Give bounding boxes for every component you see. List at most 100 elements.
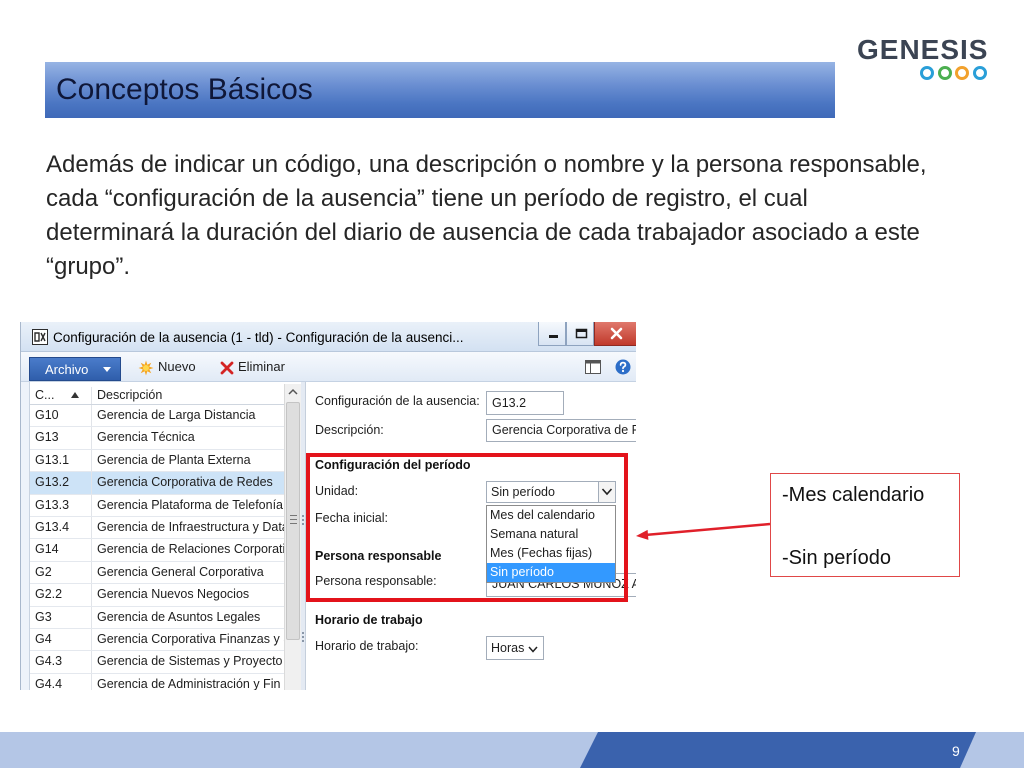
code-cell: G4.4 xyxy=(30,673,92,690)
minimize-button[interactable] xyxy=(538,322,566,346)
delete-x-icon[interactable] xyxy=(219,360,235,376)
genesis-logo-rings xyxy=(920,66,987,80)
code-cell: G13 xyxy=(30,427,92,449)
code-cell: G10 xyxy=(30,405,92,427)
schedule-dropdown[interactable]: Horas xyxy=(486,636,544,660)
table-row[interactable]: G13.1 Gerencia de Planta Externa xyxy=(30,449,284,473)
description-cell: Gerencia Plataforma de Telefonía xyxy=(97,497,283,512)
table-row[interactable]: G13.4 Gerencia de Infraestructura y Data xyxy=(30,516,284,540)
restore-icon xyxy=(575,328,588,339)
minimize-icon xyxy=(549,335,558,338)
close-button[interactable] xyxy=(594,322,636,346)
code-cell: G13.1 xyxy=(30,449,92,472)
arrow-shaft xyxy=(644,522,771,537)
column-header-code[interactable]: C... xyxy=(30,387,92,404)
help-icon[interactable] xyxy=(615,359,631,375)
file-menu-label: Archivo xyxy=(45,362,89,377)
window-title: Configuración de la ausencia (1 - tld) -… xyxy=(53,330,464,345)
code-cell: G2 xyxy=(30,561,92,584)
table-row[interactable]: G4.3 Gerencia de Sistemas y Proyecto I xyxy=(30,651,284,674)
footer-band xyxy=(0,732,1024,768)
absence-config-window: Configuración de la ausencia (1 - tld) -… xyxy=(20,322,636,690)
file-menu-button[interactable]: Archivo xyxy=(29,357,121,381)
table-row[interactable]: G13.2 Gerencia Corporativa de Redes xyxy=(30,472,284,495)
table-row[interactable]: G2.2 Gerencia Nuevos Negocios xyxy=(30,584,284,607)
grid-header: C... Descripción xyxy=(30,387,284,405)
page-number: 9 xyxy=(952,743,960,759)
table-row[interactable]: G4.4 Gerencia de Administración y Fin xyxy=(30,673,284,690)
delete-button[interactable]: Eliminar xyxy=(238,359,285,374)
description-field[interactable]: Gerencia Corporativa de R xyxy=(486,419,636,442)
code-cell: G4.3 xyxy=(30,651,92,673)
body-line: determinará la duración del diario de au… xyxy=(46,219,920,246)
column-header-description[interactable]: Descripción xyxy=(92,387,284,404)
body-line: “grupo”. xyxy=(46,253,131,280)
code-cell: G13.2 xyxy=(30,472,92,494)
detail-panel: Configuración de la ausencia: G13.2 Desc… xyxy=(305,382,636,690)
schedule-section-heading[interactable]: Horario de trabajo xyxy=(315,613,423,628)
period-highlight-frame xyxy=(306,453,628,602)
description-label: Descripción: xyxy=(315,423,384,437)
table-row[interactable]: G10 Gerencia de Larga Distancia xyxy=(30,405,284,428)
body-paragraph: Además de indicar un código, una descrip… xyxy=(46,148,1016,284)
code-cell: G2.2 xyxy=(30,584,92,606)
description-cell: Gerencia de Infraestructura y Data xyxy=(97,519,284,534)
description-cell: Gerencia de Planta Externa xyxy=(97,452,251,467)
new-button[interactable]: Nuevo xyxy=(158,359,196,374)
logo-ring-icon xyxy=(937,66,952,80)
logo-ring-icon xyxy=(972,66,987,80)
description-cell: Gerencia Corporativa Finanzas y S xyxy=(97,631,284,646)
callout-line: -Sin período xyxy=(782,547,891,569)
window-titlebar[interactable]: Configuración de la ausencia (1 - tld) -… xyxy=(21,322,636,352)
table-row[interactable]: G13 Gerencia Técnica xyxy=(30,427,284,450)
grid-scrollbar[interactable] xyxy=(284,384,301,690)
table-row[interactable]: G13.3 Gerencia Plataforma de Telefonía xyxy=(30,494,284,517)
new-star-icon[interactable] xyxy=(138,360,154,376)
table-row[interactable]: G4 Gerencia Corporativa Finanzas y S xyxy=(30,628,284,652)
body-line: cada “configuración de la ausencia” tien… xyxy=(46,185,808,212)
callout-line: -Mes calendario xyxy=(782,484,925,506)
close-icon xyxy=(610,327,623,340)
callout-arrow-icon xyxy=(636,522,771,540)
description-cell: Gerencia de Asuntos Legales xyxy=(97,609,261,624)
schedule-label: Horario de trabajo: xyxy=(315,639,419,653)
app-icon[interactable] xyxy=(32,329,48,345)
body-line: Además de indicar un código, una descrip… xyxy=(46,151,927,178)
grid-body: G10 Gerencia de Larga Distancia G13 Gere… xyxy=(30,405,284,690)
code-cell: G3 xyxy=(30,606,92,628)
slide-title-bar: Conceptos Básicos xyxy=(45,62,835,118)
splitter-grip-icon xyxy=(302,632,304,642)
footer-dark-band xyxy=(580,732,976,768)
code-cell: G13.3 xyxy=(30,494,92,516)
sort-ascending-icon xyxy=(71,392,79,398)
splitter-grip-icon xyxy=(302,515,304,525)
description-cell: Gerencia Nuevos Negocios xyxy=(97,587,250,602)
absence-config-field[interactable]: G13.2 xyxy=(486,391,564,415)
absence-config-label: Configuración de la ausencia: xyxy=(315,394,480,408)
slide-title: Conceptos Básicos xyxy=(56,73,313,106)
logo-ring-icon xyxy=(955,66,969,80)
scrollbar-thumb[interactable] xyxy=(286,402,300,640)
description-cell: Gerencia General Corporativa xyxy=(97,564,264,579)
schedule-dropdown-value: Horas xyxy=(491,641,525,655)
action-pane: Archivo Nuevo Eliminar xyxy=(21,352,636,382)
chevron-down-icon xyxy=(528,646,538,653)
table-row[interactable]: G14 Gerencia de Relaciones Corporati xyxy=(30,539,284,562)
description-cell: Gerencia Corporativa de Redes xyxy=(97,475,273,490)
description-cell: Gerencia de Relaciones Corporati xyxy=(97,542,284,557)
description-cell: Gerencia Técnica xyxy=(97,430,195,445)
description-cell: Gerencia de Larga Distancia xyxy=(97,408,256,422)
callout-box: -Mes calendario -Sin período xyxy=(770,473,960,577)
logo-ring-icon xyxy=(920,66,934,80)
restore-button[interactable] xyxy=(566,322,594,346)
scroll-up-icon[interactable] xyxy=(285,384,301,401)
chevron-down-icon xyxy=(103,367,111,372)
code-cell: G14 xyxy=(30,539,92,561)
table-row[interactable]: G3 Gerencia de Asuntos Legales xyxy=(30,606,284,629)
code-cell: G13.4 xyxy=(30,516,92,539)
column-header-code-label: C... xyxy=(35,388,55,402)
description-cell: Gerencia de Administración y Fin xyxy=(97,676,281,690)
table-row[interactable]: G2 Gerencia General Corporativa xyxy=(30,561,284,585)
layout-icon[interactable] xyxy=(585,360,601,374)
arrow-head xyxy=(636,529,649,540)
